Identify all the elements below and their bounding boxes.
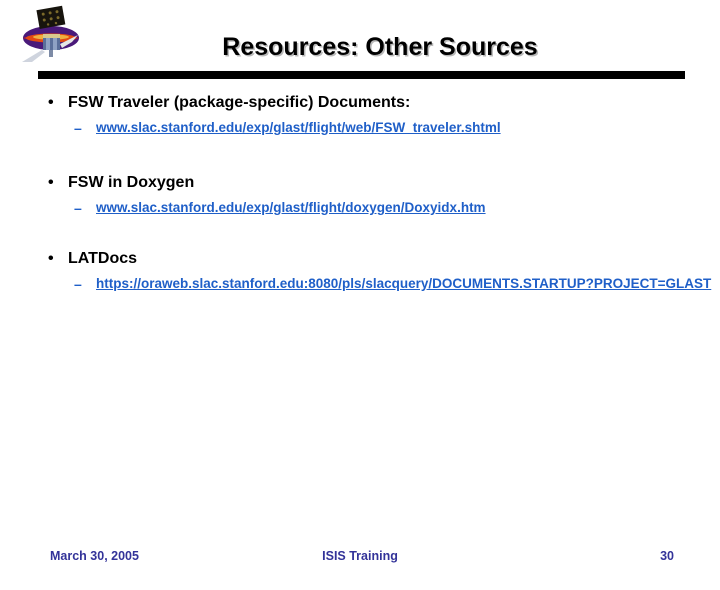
bullet-marker-icon: • [48,174,54,191]
bullet-heading-fsw-doxygen: • FSW in Doxygen [0,172,720,194]
link-fsw-traveler[interactable]: www.slac.stanford.edu/exp/glast/flight/w… [96,120,501,135]
slide-body: • FSW Traveler (package-specific) Docume… [0,92,720,300]
footer-page-number: 30 [660,549,674,563]
bullet-heading-label: FSW in Doxygen [68,174,195,191]
link-latdocs[interactable]: https://oraweb.slac.stanford.edu:8080/pl… [96,276,711,291]
bullet-heading-label: LATDocs [68,250,138,267]
bullet-marker-icon: • [48,250,54,267]
bullet-group-2: • FSW in Doxygen – www.slac.stanford.edu… [0,172,720,218]
dash-marker-icon: – [74,276,82,292]
link-doxygen[interactable]: www.slac.stanford.edu/exp/glast/flight/d… [96,200,486,215]
title-divider [38,71,685,79]
bullet-heading-label: FSW Traveler (package-specific) Document… [68,94,411,111]
sub-bullet-latdocs-link: – https://oraweb.slac.stanford.edu:8080/… [0,274,720,294]
footer-title: ISIS Training [322,549,398,563]
slide-footer: March 30, 2005 ISIS Training 30 [0,549,720,571]
dash-marker-icon: – [74,120,82,136]
bullet-group-1: • FSW Traveler (package-specific) Docume… [0,92,720,138]
sub-bullet-fsw-traveler-link: – www.slac.stanford.edu/exp/glast/flight… [0,118,720,138]
page-title: Resources: Other Sources [222,33,538,61]
sub-bullet-doxygen-link: – www.slac.stanford.edu/exp/glast/flight… [0,198,720,218]
slide: Resources: Other Sources • FSW Traveler … [0,0,720,590]
dash-marker-icon: – [74,200,82,216]
bullet-marker-icon: • [48,94,54,111]
bullet-heading-latdocs: • LATDocs [0,248,720,270]
bullet-heading-fsw-traveler: • FSW Traveler (package-specific) Docume… [0,92,720,114]
glast-satellite-logo-icon [12,4,86,66]
bullet-group-3: • LATDocs – https://oraweb.slac.stanford… [0,248,720,294]
